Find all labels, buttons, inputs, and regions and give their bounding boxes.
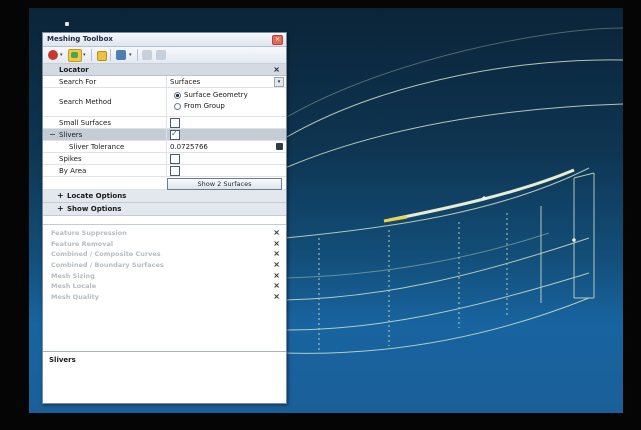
spikes-checkbox[interactable] — [170, 154, 180, 164]
radio-label: From Group — [184, 102, 225, 110]
tool-mesh-locale[interactable]: Mesh Locale × — [43, 281, 286, 292]
expand-icon[interactable]: + — [57, 204, 64, 213]
search-method-radio-from-group[interactable]: From Group — [174, 102, 225, 110]
search-for-label: Search For — [59, 78, 97, 86]
mesh-tool-icon[interactable] — [116, 50, 126, 60]
by-area-row[interactable]: By Area — [43, 165, 286, 177]
geometry-icon[interactable] — [48, 50, 58, 60]
slivers-checkbox[interactable] — [170, 129, 180, 140]
group-tool-icon[interactable] — [97, 51, 107, 61]
tool-label: Feature Removal — [51, 239, 114, 248]
show-options-header[interactable]: + Show Options — [43, 203, 286, 216]
toolbox-tool-list: Feature Suppression × Feature Removal × … — [43, 225, 286, 303]
locator-section-header[interactable]: Locator × — [43, 64, 286, 76]
search-for-row[interactable]: Search For Surfaces ▾ — [43, 76, 286, 88]
expand-icon[interactable]: + — [57, 191, 64, 200]
by-area-checkbox[interactable] — [170, 166, 180, 176]
radio-label: Surface Geometry — [184, 91, 248, 99]
tool-combined-composite-curves[interactable]: Combined / Composite Curves × — [43, 249, 286, 260]
chevron-down-icon[interactable]: ▾ — [274, 77, 284, 87]
toolbox-iconbar: ▾ ▾ ▾ — [43, 47, 286, 64]
small-surfaces-row[interactable]: Small Surfaces — [43, 117, 286, 129]
close-icon[interactable]: × — [273, 292, 280, 301]
slivers-label: Slivers — [59, 131, 83, 139]
collapse-icon[interactable]: − — [49, 130, 56, 139]
column-divider — [166, 117, 167, 128]
search-for-select[interactable]: Surfaces — [170, 78, 200, 86]
radio-unselected-icon[interactable] — [174, 102, 181, 110]
radio-selected-icon[interactable] — [174, 91, 181, 99]
sliver-tolerance-row[interactable]: Sliver Tolerance 0.0725766 — [43, 141, 286, 153]
small-surfaces-checkbox[interactable] — [170, 118, 180, 128]
toolbox-titlebar[interactable]: Meshing Toolbox × — [43, 33, 286, 47]
close-icon[interactable]: × — [273, 281, 280, 290]
chevron-down-icon[interactable]: ▾ — [83, 52, 86, 58]
close-icon[interactable]: × — [273, 249, 280, 258]
tool-feature-suppression[interactable]: Feature Suppression × — [43, 228, 286, 239]
sliver-edge-highlight — [388, 168, 575, 222]
redo-icon[interactable] — [156, 50, 166, 60]
tool-feature-removal[interactable]: Feature Removal × — [43, 239, 286, 250]
column-divider — [166, 141, 167, 152]
locate-options-label: Locate Options — [67, 192, 127, 200]
search-method-label: Search Method — [59, 98, 112, 106]
column-divider — [166, 153, 167, 164]
viewport-marker-icon — [65, 22, 69, 26]
tool-label: Mesh Locale — [51, 282, 97, 291]
chevron-down-icon[interactable]: ▾ — [129, 52, 132, 58]
tool-mesh-quality[interactable]: Mesh Quality × — [43, 292, 286, 303]
spikes-label: Spikes — [59, 155, 82, 163]
by-area-label: By Area — [59, 167, 87, 175]
close-icon[interactable]: × — [273, 271, 280, 280]
sliver-tolerance-input[interactable]: 0.0725766 — [170, 143, 208, 151]
tool-label: Combined / Boundary Surfaces — [51, 261, 164, 270]
column-divider — [166, 88, 167, 116]
close-icon[interactable]: × — [273, 239, 280, 248]
toolbox-title: Meshing Toolbox — [47, 35, 113, 43]
search-method-radio-surface-geometry[interactable]: Surface Geometry — [174, 91, 248, 99]
search-method-row: Search Method Surface Geometry From Grou… — [43, 88, 286, 117]
undo-icon[interactable] — [142, 50, 152, 60]
show-options-label: Show Options — [67, 205, 122, 213]
column-divider — [166, 165, 167, 176]
close-icon[interactable]: × — [272, 35, 283, 45]
close-icon[interactable]: × — [273, 260, 280, 269]
meshing-toolbox-panel: Meshing Toolbox × ▾ ▾ ▾ Locator × Search… — [42, 32, 287, 404]
column-divider — [166, 129, 167, 140]
small-surfaces-label: Small Surfaces — [59, 119, 111, 127]
locator-tool-icon[interactable] — [68, 49, 82, 62]
close-icon[interactable]: × — [273, 228, 280, 237]
tool-label: Combined / Composite Curves — [51, 250, 161, 259]
sliver-tolerance-label: Sliver Tolerance — [69, 143, 125, 151]
tool-combined-boundary-surfaces[interactable]: Combined / Boundary Surfaces × — [43, 260, 286, 271]
toolbar-divider — [137, 49, 138, 61]
spikes-row[interactable]: Spikes — [43, 153, 286, 165]
show-surfaces-row: Show 2 Surfaces — [43, 177, 286, 190]
toolbar-divider — [110, 49, 111, 61]
slivers-row[interactable]: − Slivers — [43, 129, 286, 141]
tool-label: Mesh Quality — [51, 293, 99, 302]
locator-header-label: Locator — [59, 66, 89, 74]
column-divider — [166, 76, 167, 87]
help-title: Slivers — [49, 356, 76, 364]
panel-spacer — [43, 216, 286, 225]
tool-label: Feature Suppression — [51, 229, 127, 237]
locate-options-header[interactable]: + Locate Options — [43, 190, 286, 203]
tool-mesh-sizing[interactable]: Mesh Sizing × — [43, 271, 286, 282]
locator-property-grid: Search For Surfaces ▾ Search Method Surf… — [43, 76, 286, 190]
chevron-down-icon[interactable]: ▾ — [60, 52, 63, 58]
calculator-icon[interactable] — [276, 143, 283, 150]
help-description-box: Slivers — [43, 351, 286, 403]
close-icon[interactable]: × — [273, 65, 280, 74]
toolbar-divider — [91, 49, 92, 61]
show-surfaces-button[interactable]: Show 2 Surfaces — [167, 178, 282, 190]
tool-label: Mesh Sizing — [51, 271, 95, 280]
